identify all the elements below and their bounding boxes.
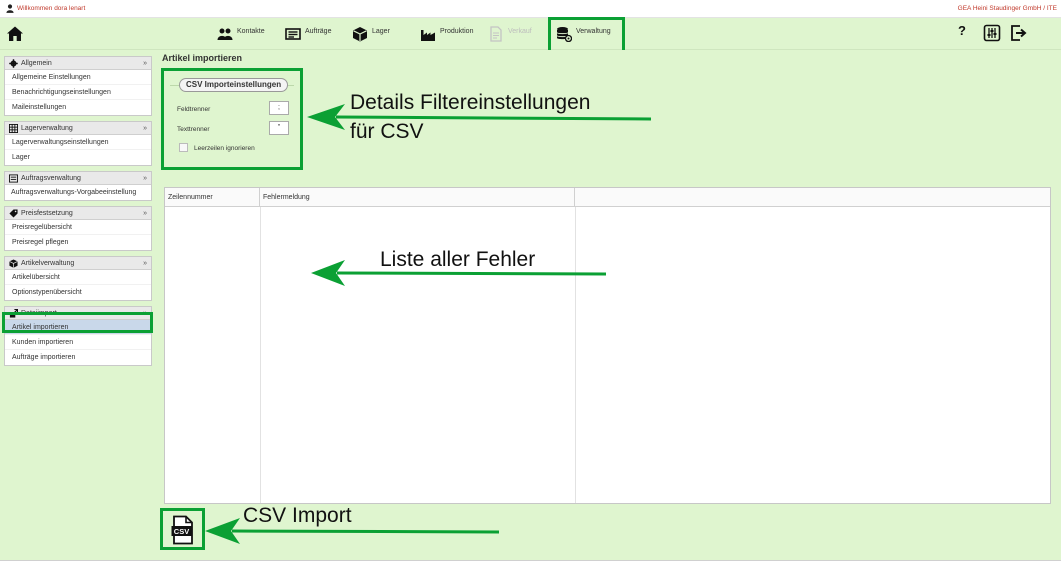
- table-header: Zeilennummer Fehlermeldung: [165, 188, 1050, 207]
- nav-verkauf-label: Verkauf: [508, 27, 532, 35]
- sidebar-group-title: Auftragsverwaltung: [21, 174, 81, 182]
- sidebar-item-lagerverwaltungseinstellungen[interactable]: Lagerverwaltungseinstellungen: [5, 135, 151, 150]
- text-separator-label: Texttrenner: [177, 126, 210, 133]
- nav-kontakte-label: Kontakte: [237, 27, 265, 35]
- sidebar-group-dateiimport: Dateiimport » Artikel importieren Kunden…: [4, 306, 152, 366]
- gear-icon: [9, 58, 18, 68]
- column-fehlermeldung[interactable]: Fehlermeldung: [260, 188, 575, 207]
- column-divider: [575, 207, 576, 503]
- sidebar-item-auftraege-importieren[interactable]: Aufträge importieren: [5, 350, 151, 365]
- sidebar-group-header[interactable]: Dateiimport »: [5, 307, 151, 320]
- box-icon: [353, 27, 367, 42]
- sidebar-group-header[interactable]: Artikelverwaltung »: [5, 257, 151, 270]
- collapse-icon[interactable]: »: [143, 310, 147, 317]
- sidebar-group-preisfestsetzung: Preisfestsetzung » Preisregelübersicht P…: [4, 206, 152, 251]
- csv-import-button[interactable]: CSV: [160, 508, 205, 550]
- sidebar-item-preisregel-pflegen[interactable]: Preisregel pflegen: [5, 235, 151, 250]
- nav-kontakte[interactable]: Kontakte: [217, 22, 265, 46]
- sidebar-item-preisregeluebersicht[interactable]: Preisregelübersicht: [5, 220, 151, 235]
- sidebar-item-maileinstellungen[interactable]: Maileinstellungen: [5, 100, 151, 115]
- nav-auftraege[interactable]: Aufträge: [285, 22, 331, 46]
- page-title: Artikel importieren: [162, 53, 243, 63]
- grid-icon: [9, 123, 18, 133]
- sidebar-group-auftragsverwaltung: Auftragsverwaltung » Auftragsverwaltungs…: [4, 171, 152, 201]
- text-separator-input[interactable]: ": [269, 121, 289, 135]
- annotation-details-line1: Details Filtereinstellungen: [350, 91, 591, 114]
- sidebar-group-title: Preisfestsetzung: [21, 209, 73, 217]
- sidebar-group-title: Allgemein: [21, 59, 52, 67]
- logout-icon[interactable]: [1010, 24, 1028, 42]
- contacts-icon: [217, 28, 233, 40]
- csv-settings-title: CSV Importeinstellungen: [179, 78, 289, 92]
- sidebar-item-lager[interactable]: Lager: [5, 150, 151, 165]
- sidebar-group-artikelverwaltung: Artikelverwaltung » Artikelübersicht Opt…: [4, 256, 152, 301]
- collapse-icon[interactable]: »: [143, 60, 147, 67]
- collapse-icon[interactable]: »: [143, 175, 147, 182]
- sidebar-group-header[interactable]: Auftragsverwaltung »: [5, 172, 151, 185]
- ignore-empty-lines-label: Leerzeilen ignorieren: [194, 145, 255, 152]
- sidebar-group-header[interactable]: Allgemein »: [5, 57, 151, 70]
- factory-icon: [421, 30, 435, 41]
- svg-text:CSV: CSV: [174, 527, 189, 536]
- import-icon: [9, 308, 18, 318]
- collapse-icon[interactable]: »: [143, 125, 147, 132]
- tag-icon: [9, 208, 18, 218]
- nav-verwaltung-label: Verwaltung: [576, 27, 611, 35]
- list-icon: [9, 173, 18, 183]
- sidebar-item-optionstypenuebersicht[interactable]: Optionstypenübersicht: [5, 285, 151, 300]
- sidebar-group-title: Artikelverwaltung: [21, 259, 75, 267]
- sidebar-item-artikel-importieren[interactable]: Artikel importieren: [5, 320, 151, 335]
- database-settings-icon: [556, 27, 572, 42]
- csv-file-icon: CSV: [171, 515, 193, 545]
- sidebar-group-allgemein: Allgemein » Allgemeine Einstellungen Ben…: [4, 56, 152, 116]
- annotation-errors: Liste aller Fehler: [380, 248, 536, 271]
- nav-auftraege-label: Aufträge: [305, 27, 332, 35]
- nav-produktion-label: Produktion: [440, 27, 474, 35]
- orders-icon: [285, 28, 301, 40]
- home-icon[interactable]: [6, 25, 24, 43]
- welcome-text: Willkommen dora lenart: [17, 5, 86, 12]
- sidebar-item-allgemeine-einstellungen[interactable]: Allgemeine Einstellungen: [5, 70, 151, 85]
- top-strip: Willkommen dora lenart GEA Heini Staudin…: [0, 0, 1061, 18]
- help-button[interactable]: ?: [958, 23, 966, 38]
- sidebar-group-header[interactable]: Lagerverwaltung »: [5, 122, 151, 135]
- nav-lager[interactable]: Lager: [352, 22, 390, 46]
- ignore-empty-lines-checkbox[interactable]: [179, 143, 188, 152]
- sidebar-item-auftragsverwaltungs-vorgabe[interactable]: Auftragsverwaltungs-Vorgabeeinstellung: [5, 185, 151, 200]
- collapse-icon[interactable]: »: [143, 260, 147, 267]
- sidebar-item-kunden-importieren[interactable]: Kunden importieren: [5, 335, 151, 350]
- sidebar-item-benachrichtigungseinstellungen[interactable]: Benachrichtigungseinstellungen: [5, 85, 151, 100]
- welcome-message: Willkommen dora lenart: [6, 4, 85, 13]
- field-separator-label: Feldtrenner: [177, 106, 211, 113]
- collapse-icon[interactable]: »: [143, 210, 147, 217]
- sidebar-group-header[interactable]: Preisfestsetzung »: [5, 207, 151, 220]
- document-icon: [490, 26, 502, 42]
- annotation-details-line2: für CSV: [350, 120, 424, 143]
- sidebar-item-artikeluebersicht[interactable]: Artikelübersicht: [5, 270, 151, 285]
- settings-sliders-icon[interactable]: [983, 24, 1001, 42]
- sidebar-group-lagerverwaltung: Lagerverwaltung » Lagerverwaltungseinste…: [4, 121, 152, 166]
- column-empty: [575, 188, 1052, 207]
- bottom-bar: [0, 560, 1061, 564]
- nav-verkauf[interactable]: Verkauf: [488, 22, 532, 46]
- csv-settings-panel: CSV Importeinstellungen Feldtrenner ; Te…: [161, 68, 303, 170]
- nav-produktion[interactable]: Produktion: [420, 22, 473, 46]
- field-separator-input[interactable]: ;: [269, 101, 289, 115]
- company-name: GEA Heini Staudinger GmbH / ITE: [957, 5, 1057, 12]
- box-icon: [9, 258, 18, 268]
- annotation-csv-import: CSV Import: [243, 504, 352, 527]
- nav-verwaltung[interactable]: Verwaltung: [556, 22, 611, 46]
- nav-lager-label: Lager: [372, 27, 390, 35]
- column-zeilennummer[interactable]: Zeilennummer: [165, 188, 260, 207]
- sidebar-group-title: Lagerverwaltung: [21, 124, 73, 132]
- error-table: Zeilennummer Fehlermeldung: [164, 187, 1051, 504]
- main-navbar: Kontakte Aufträge Lager Produktion Verka…: [0, 18, 1061, 50]
- sidebar-group-title: Dateiimport: [21, 309, 57, 317]
- column-divider: [260, 207, 261, 503]
- user-icon: [6, 4, 14, 13]
- sidebar: Allgemein » Allgemeine Einstellungen Ben…: [4, 56, 152, 371]
